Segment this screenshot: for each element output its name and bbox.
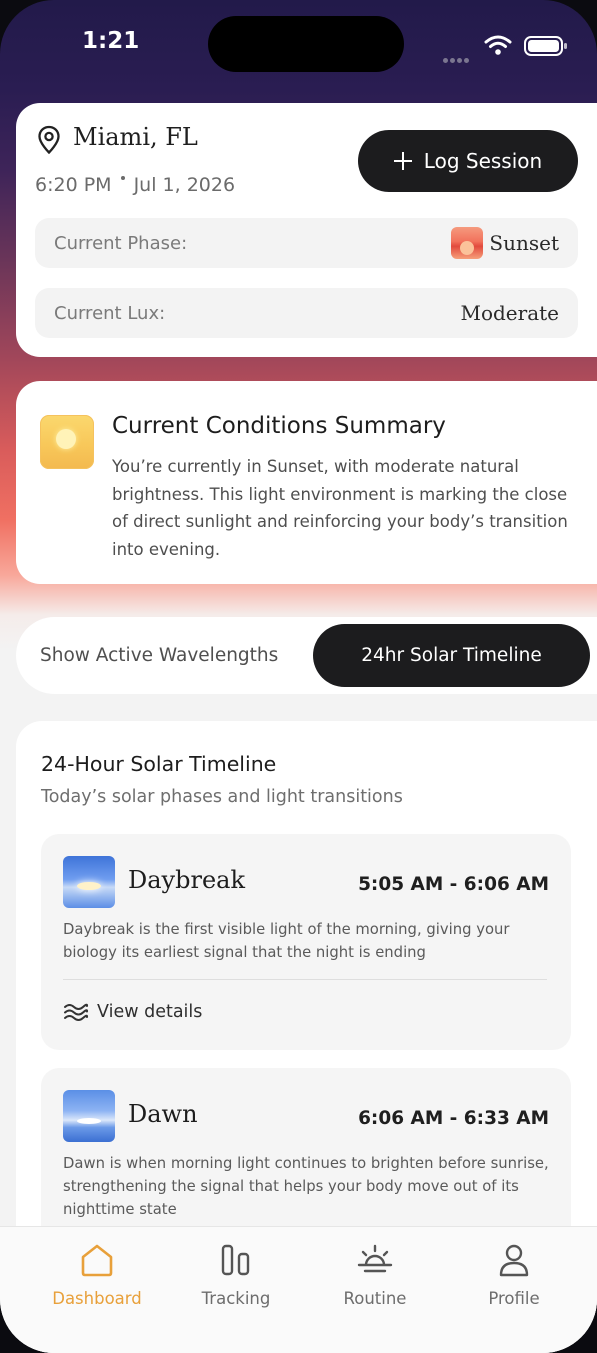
status-time: 1:21: [82, 28, 140, 54]
dawn-icon: [63, 1090, 115, 1142]
tab-tracking[interactable]: Tracking: [171, 1243, 301, 1308]
current-datetime: 6:20 PM Jul 1, 2026: [35, 174, 235, 196]
person-icon: [499, 1244, 529, 1277]
toggle-active-wavelengths[interactable]: Show Active Wavelengths: [40, 645, 278, 666]
tracking-icon: [221, 1244, 250, 1276]
daybreak-icon: [63, 856, 115, 908]
tab-routine[interactable]: Routine: [310, 1243, 440, 1308]
log-session-label: Log Session: [423, 149, 543, 173]
current-time: 6:20 PM: [35, 174, 112, 196]
location-pin-icon: [38, 125, 60, 155]
tab-label: Profile: [488, 1289, 540, 1308]
phone-frame: 1:21 Miami, FL 6:20 PM Jul 1, 2026 Log S…: [0, 0, 597, 1353]
wifi-icon: [484, 35, 512, 55]
battery-icon: [524, 36, 567, 56]
phase-time: 5:05 AM - 6:06 AM: [358, 874, 549, 895]
plus-icon: [393, 152, 412, 170]
current-phase-label: Current Phase:: [54, 232, 188, 254]
view-toggle: Show Active Wavelengths 24hr Solar Timel…: [16, 617, 597, 694]
view-details-button[interactable]: View details: [63, 1002, 202, 1022]
conditions-summary-card: Current Conditions Summary You’re curren…: [16, 381, 597, 584]
view-details-label: View details: [97, 1002, 203, 1022]
current-phase-text: Sunset: [489, 231, 559, 255]
tab-profile[interactable]: Profile: [449, 1243, 579, 1308]
current-phase-row: Current Phase: Sunset: [35, 218, 578, 268]
location-name: Miami, FL: [73, 123, 198, 151]
timeline-title: 24-Hour Solar Timeline: [41, 752, 277, 776]
sunset-icon: [451, 227, 484, 259]
current-date: Jul 1, 2026: [133, 174, 236, 196]
tab-dashboard[interactable]: Dashboard: [32, 1243, 162, 1308]
divider: [63, 979, 547, 980]
signal-icon: [443, 48, 477, 63]
toggle-solar-timeline[interactable]: 24hr Solar Timeline: [313, 624, 590, 687]
sunrise-icon: [357, 1244, 393, 1273]
phase-description: Dawn is when morning light continues to …: [63, 1155, 549, 1218]
waves-icon: [64, 1003, 89, 1021]
phase-card-daybreak[interactable]: Daybreak 5:05 AM - 6:06 AM Daybreak is t…: [41, 834, 571, 1050]
separator-dot: [120, 176, 125, 180]
home-icon: [81, 1244, 113, 1277]
phase-name: Dawn: [128, 1100, 198, 1128]
phase-name: Daybreak: [128, 866, 245, 894]
phase-description: Daybreak is the first visible light of t…: [63, 921, 510, 961]
timeline-subtitle: Today’s solar phases and light transitio…: [41, 787, 403, 807]
log-session-button[interactable]: Log Session: [358, 130, 578, 192]
conditions-title: Current Conditions Summary: [112, 413, 446, 439]
current-phase-value: Sunset: [451, 227, 559, 259]
current-lux-label: Current Lux:: [54, 302, 166, 324]
dynamic-island: [208, 16, 404, 72]
location-card: Miami, FL 6:20 PM Jul 1, 2026 Log Session…: [16, 103, 597, 357]
current-lux-value: Moderate: [460, 301, 559, 325]
current-lux-row: Current Lux: Moderate: [35, 288, 578, 338]
tab-label: Dashboard: [52, 1289, 142, 1308]
app-screen: 1:21 Miami, FL 6:20 PM Jul 1, 2026 Log S…: [0, 0, 597, 1353]
tab-label: Routine: [343, 1289, 407, 1308]
conditions-text: You’re currently in Sunset, with moderat…: [112, 457, 568, 559]
sun-icon: [40, 415, 94, 469]
phase-time: 6:06 AM - 6:33 AM: [358, 1108, 549, 1129]
tab-label: Tracking: [201, 1289, 271, 1308]
tab-bar: Dashboard Tracking Routine Profile: [0, 1226, 597, 1353]
